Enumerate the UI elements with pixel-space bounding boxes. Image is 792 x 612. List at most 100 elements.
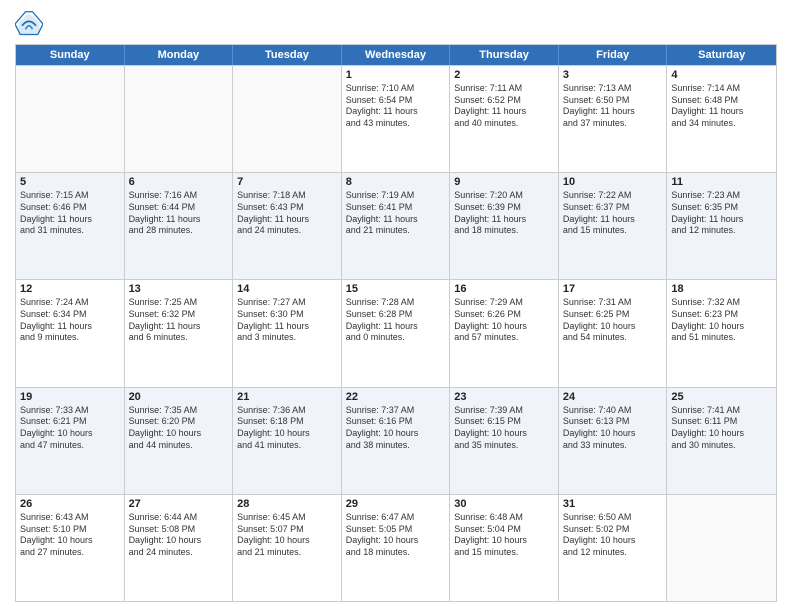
day-info-line: Sunset: 6:13 PM: [563, 416, 663, 428]
day-info-line: Sunset: 6:32 PM: [129, 309, 229, 321]
day-info-line: and 24 minutes.: [237, 225, 337, 237]
day-info-line: Daylight: 11 hours: [454, 214, 554, 226]
day-info-line: and 18 minutes.: [346, 547, 446, 559]
header-day-monday: Monday: [125, 45, 234, 65]
day-info-line: Daylight: 10 hours: [237, 428, 337, 440]
day-info-line: Sunrise: 6:47 AM: [346, 512, 446, 524]
day-info-line: Daylight: 11 hours: [237, 321, 337, 333]
day-number: 28: [237, 498, 337, 510]
day-info-line: Sunrise: 7:40 AM: [563, 405, 663, 417]
header-day-sunday: Sunday: [16, 45, 125, 65]
day-number: 16: [454, 283, 554, 295]
day-info-line: Daylight: 10 hours: [671, 321, 772, 333]
day-info-line: Daylight: 10 hours: [563, 321, 663, 333]
calendar-day-5: 5Sunrise: 7:15 AMSunset: 6:46 PMDaylight…: [16, 173, 125, 279]
day-info-line: and 57 minutes.: [454, 332, 554, 344]
day-info-line: Sunset: 6:34 PM: [20, 309, 120, 321]
day-info-line: Sunset: 6:41 PM: [346, 202, 446, 214]
calendar-week-2: 5Sunrise: 7:15 AMSunset: 6:46 PMDaylight…: [16, 172, 776, 279]
day-number: 29: [346, 498, 446, 510]
day-info-line: Sunset: 6:35 PM: [671, 202, 772, 214]
day-info-line: Sunset: 5:10 PM: [20, 524, 120, 536]
logo: [15, 10, 47, 38]
day-info-line: Daylight: 11 hours: [563, 214, 663, 226]
calendar-day-8: 8Sunrise: 7:19 AMSunset: 6:41 PMDaylight…: [342, 173, 451, 279]
day-info-line: and 47 minutes.: [20, 440, 120, 452]
calendar-empty-cell: [125, 66, 234, 172]
day-number: 18: [671, 283, 772, 295]
calendar-day-4: 4Sunrise: 7:14 AMSunset: 6:48 PMDaylight…: [667, 66, 776, 172]
calendar-day-19: 19Sunrise: 7:33 AMSunset: 6:21 PMDayligh…: [16, 388, 125, 494]
calendar-day-24: 24Sunrise: 7:40 AMSunset: 6:13 PMDayligh…: [559, 388, 668, 494]
day-info-line: Daylight: 10 hours: [20, 535, 120, 547]
day-info-line: Daylight: 10 hours: [129, 428, 229, 440]
day-info-line: and 40 minutes.: [454, 118, 554, 130]
day-info-line: Sunrise: 7:11 AM: [454, 83, 554, 95]
day-info-line: and 34 minutes.: [671, 118, 772, 130]
day-info-line: Sunrise: 7:20 AM: [454, 190, 554, 202]
day-info-line: and 12 minutes.: [563, 547, 663, 559]
day-info-line: and 21 minutes.: [346, 225, 446, 237]
day-info-line: Sunset: 6:30 PM: [237, 309, 337, 321]
calendar-day-10: 10Sunrise: 7:22 AMSunset: 6:37 PMDayligh…: [559, 173, 668, 279]
day-info-line: and 51 minutes.: [671, 332, 772, 344]
day-number: 15: [346, 283, 446, 295]
day-info-line: Sunrise: 7:14 AM: [671, 83, 772, 95]
generalblue-icon: [15, 10, 43, 38]
header-day-friday: Friday: [559, 45, 668, 65]
calendar-empty-cell: [667, 495, 776, 601]
day-info-line: Sunset: 6:15 PM: [454, 416, 554, 428]
calendar-day-13: 13Sunrise: 7:25 AMSunset: 6:32 PMDayligh…: [125, 280, 234, 386]
day-info-line: Daylight: 11 hours: [346, 214, 446, 226]
day-info-line: Daylight: 11 hours: [671, 214, 772, 226]
day-number: 17: [563, 283, 663, 295]
day-info-line: and 33 minutes.: [563, 440, 663, 452]
day-info-line: and 9 minutes.: [20, 332, 120, 344]
day-info-line: Sunset: 5:07 PM: [237, 524, 337, 536]
day-number: 19: [20, 391, 120, 403]
day-info-line: Daylight: 11 hours: [20, 214, 120, 226]
day-info-line: Sunset: 6:46 PM: [20, 202, 120, 214]
day-info-line: and 43 minutes.: [346, 118, 446, 130]
calendar-day-29: 29Sunrise: 6:47 AMSunset: 5:05 PMDayligh…: [342, 495, 451, 601]
calendar-day-30: 30Sunrise: 6:48 AMSunset: 5:04 PMDayligh…: [450, 495, 559, 601]
day-number: 9: [454, 176, 554, 188]
calendar-empty-cell: [16, 66, 125, 172]
day-info-line: Sunrise: 7:37 AM: [346, 405, 446, 417]
day-number: 8: [346, 176, 446, 188]
day-number: 21: [237, 391, 337, 403]
day-number: 31: [563, 498, 663, 510]
day-info-line: Sunset: 5:08 PM: [129, 524, 229, 536]
day-info-line: Sunrise: 7:33 AM: [20, 405, 120, 417]
day-info-line: and 15 minutes.: [454, 547, 554, 559]
day-number: 3: [563, 69, 663, 81]
day-info-line: Daylight: 11 hours: [237, 214, 337, 226]
day-number: 7: [237, 176, 337, 188]
calendar-day-28: 28Sunrise: 6:45 AMSunset: 5:07 PMDayligh…: [233, 495, 342, 601]
calendar-day-14: 14Sunrise: 7:27 AMSunset: 6:30 PMDayligh…: [233, 280, 342, 386]
day-info-line: Sunrise: 7:41 AM: [671, 405, 772, 417]
calendar-day-11: 11Sunrise: 7:23 AMSunset: 6:35 PMDayligh…: [667, 173, 776, 279]
header-day-thursday: Thursday: [450, 45, 559, 65]
day-info-line: Sunrise: 6:48 AM: [454, 512, 554, 524]
day-number: 30: [454, 498, 554, 510]
day-info-line: Sunset: 6:23 PM: [671, 309, 772, 321]
day-info-line: Sunset: 6:11 PM: [671, 416, 772, 428]
calendar-day-6: 6Sunrise: 7:16 AMSunset: 6:44 PMDaylight…: [125, 173, 234, 279]
day-number: 12: [20, 283, 120, 295]
calendar-day-17: 17Sunrise: 7:31 AMSunset: 6:25 PMDayligh…: [559, 280, 668, 386]
day-info-line: Sunset: 6:48 PM: [671, 95, 772, 107]
day-info-line: Sunrise: 6:44 AM: [129, 512, 229, 524]
day-info-line: Daylight: 11 hours: [563, 106, 663, 118]
day-info-line: and 0 minutes.: [346, 332, 446, 344]
day-info-line: Sunset: 6:28 PM: [346, 309, 446, 321]
day-info-line: Sunrise: 7:29 AM: [454, 297, 554, 309]
day-number: 26: [20, 498, 120, 510]
day-info-line: Sunrise: 7:31 AM: [563, 297, 663, 309]
day-info-line: Daylight: 11 hours: [671, 106, 772, 118]
day-info-line: and 6 minutes.: [129, 332, 229, 344]
day-number: 1: [346, 69, 446, 81]
day-info-line: Sunset: 5:02 PM: [563, 524, 663, 536]
day-info-line: Sunrise: 7:36 AM: [237, 405, 337, 417]
day-info-line: and 15 minutes.: [563, 225, 663, 237]
